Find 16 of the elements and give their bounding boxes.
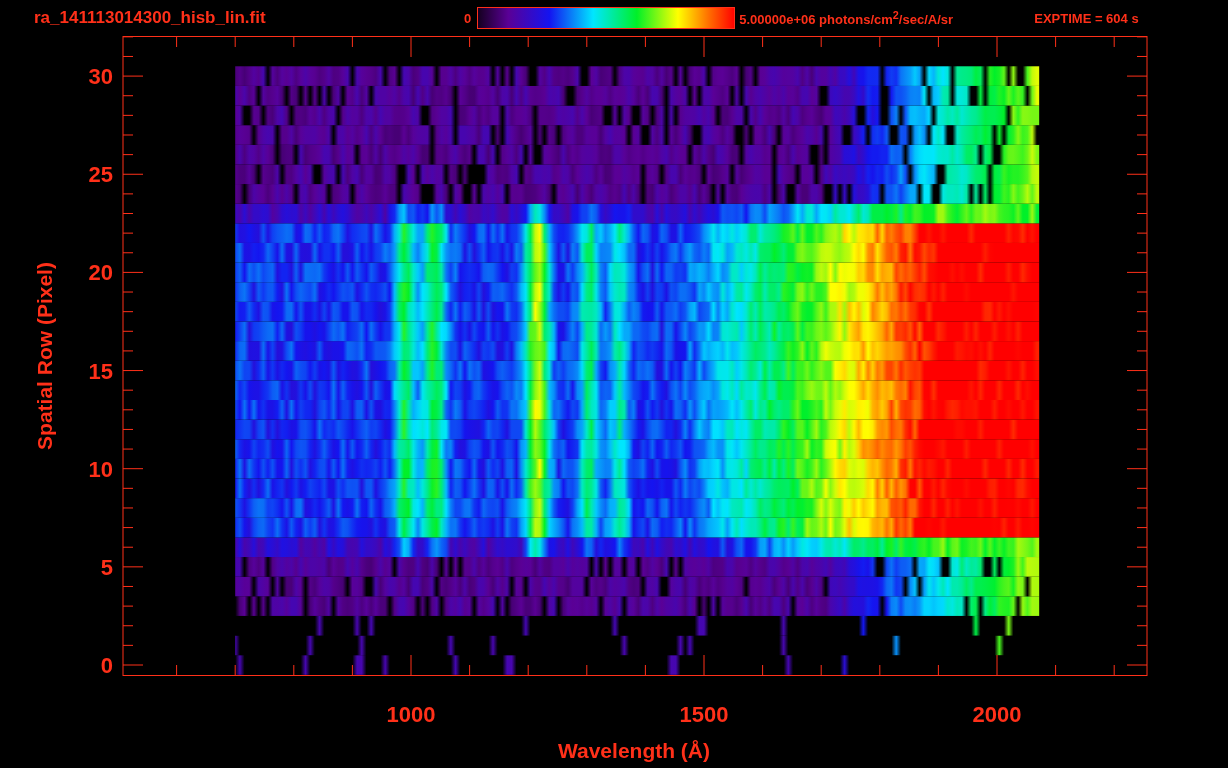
y-tick-label: 10 xyxy=(88,456,113,482)
y-tick-label: 25 xyxy=(88,162,113,188)
plot-title: ra_141113014300_hisb_lin.fit xyxy=(34,8,267,28)
x-tick-label: 1000 xyxy=(386,702,436,727)
y-tick-label: 5 xyxy=(100,554,113,580)
y-tick-label: 15 xyxy=(88,358,113,384)
y-tick-label: 0 xyxy=(100,653,113,678)
x-tick-label: 1500 xyxy=(679,702,729,727)
y-axis-label: Spatial Row (Pixel) xyxy=(33,262,56,450)
x-axis-label: Wavelength (Å) xyxy=(557,739,711,762)
y-tick-label: 20 xyxy=(88,260,113,286)
y-tick-label: 30 xyxy=(88,64,113,90)
colorbar-min-label: 0 xyxy=(464,10,472,26)
exposure-time: EXPTIME = 604 s xyxy=(1034,10,1139,26)
colorbar-max-label: 5.00000e+06 photons/cm$^{2}$/sec/A/sr xyxy=(739,8,955,28)
x-tick-label: 2000 xyxy=(972,702,1022,727)
